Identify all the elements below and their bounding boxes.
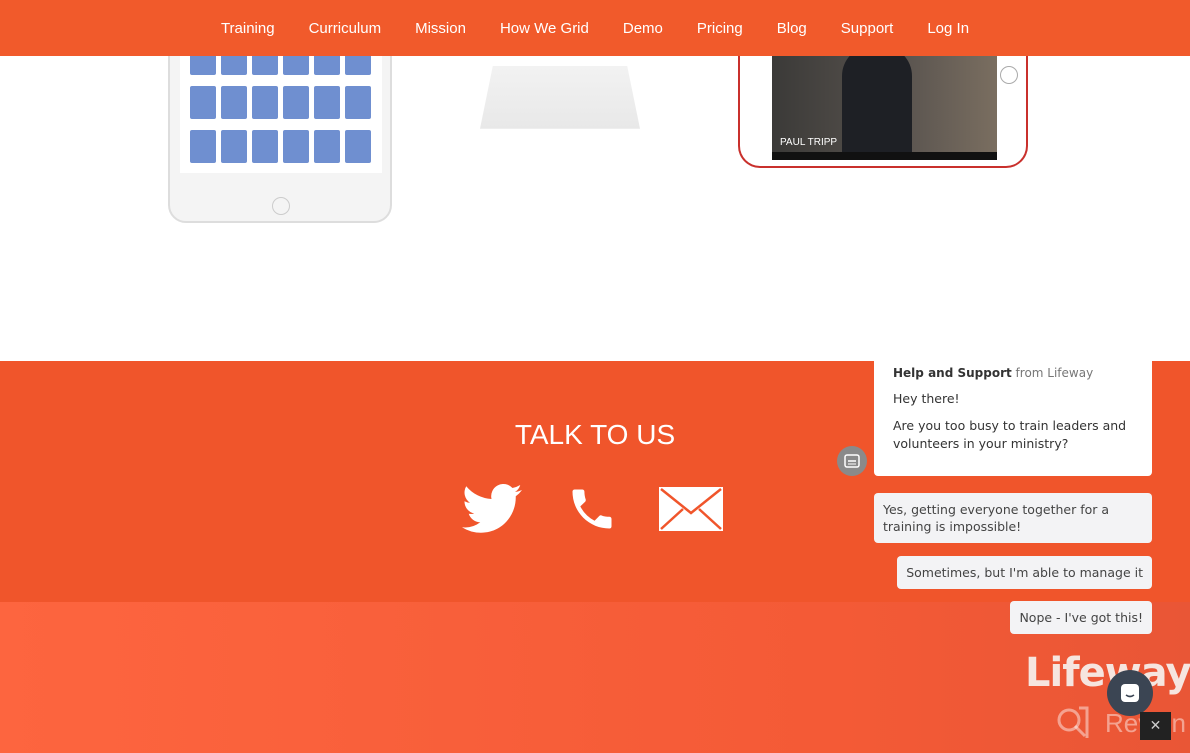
chat-message: Are you too busy to train leaders and vo… [893,418,1127,451]
twitter-icon[interactable] [458,484,526,534]
ministry-tile [190,130,216,163]
top-nav: Training Curriculum Mission How We Grid … [0,0,1190,56]
ministry-tile [190,86,216,119]
revain-logo-icon [1057,706,1089,738]
chat-icon [1121,684,1139,702]
quick-reply-button[interactable]: Yes, getting everyone together for a tra… [874,493,1152,543]
nav-curriculum[interactable]: Curriculum [309,20,382,37]
ministry-tile [252,130,278,163]
chat-sender-org: from Lifeway [1011,366,1094,380]
ministry-tile [283,130,309,163]
ministry-tile [283,86,309,119]
chat-message-card: Help and Support from Lifeway Hey there!… [874,350,1152,476]
phone-home-button-icon [1000,66,1018,84]
video-caption: PAUL TRIPP [780,137,838,148]
ministry-tile [221,130,247,163]
ministry-tile [345,130,371,163]
chat-launcher-button[interactable] [1107,670,1153,716]
ministry-tile [252,86,278,119]
nav-blog[interactable]: Blog [777,20,807,37]
nav-support[interactable]: Support [841,20,894,37]
mail-icon[interactable] [658,486,724,532]
nav-log-in[interactable]: Log In [927,20,969,37]
home-button-icon [272,197,290,215]
nav-how-we-grid[interactable]: How We Grid [500,20,589,37]
video-controls[interactable] [772,152,997,160]
nav-mission[interactable]: Mission [415,20,466,37]
nav-training[interactable]: Training [221,20,275,37]
nav-pricing[interactable]: Pricing [697,20,743,37]
nav-demo[interactable]: Demo [623,20,663,37]
ministry-tile [345,86,371,119]
phone-icon[interactable] [566,483,618,535]
ministry-tile [314,130,340,163]
quick-reply-button[interactable]: Sometimes, but I'm able to manage it [897,556,1152,589]
device-showcase: PAUL TRIPP [0,36,1190,361]
chat-message: Hey there! [893,391,960,406]
tablet-image [168,36,392,223]
close-watermark-button[interactable]: ✕ [1140,712,1171,740]
monitor-stand-image [480,66,640,129]
quick-reply-button[interactable]: Nope - I've got this! [1010,601,1152,634]
ministry-tile [221,86,247,119]
chat-sender: Help and Support [893,366,1012,380]
speaker-figure [842,46,912,160]
ministry-tile [314,86,340,119]
bot-avatar-icon [837,446,867,476]
